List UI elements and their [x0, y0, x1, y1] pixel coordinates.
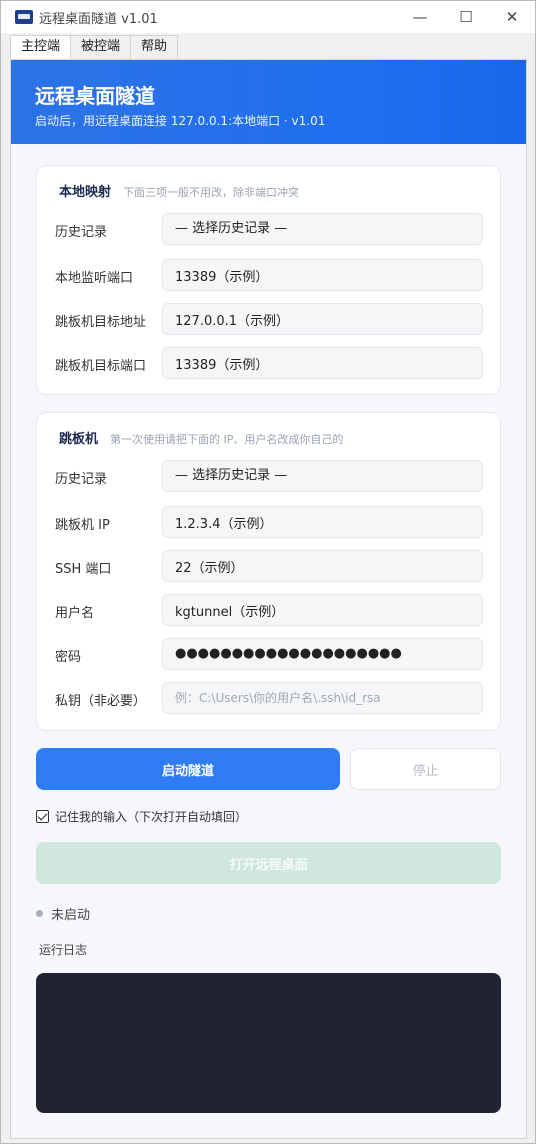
private-key-label: 私钥（非必要）	[55, 694, 147, 709]
app-window: 远程桌面隧道 v1.01 — ☐ ✕ 主控端 被控端 帮助 远程桌面隧道 启动后…	[0, 0, 536, 1144]
target-port-input[interactable]	[162, 347, 483, 379]
tab-help[interactable]: 帮助	[130, 35, 179, 59]
jump-card-title: 跳板机 第一次使用请把下面的 IP、用户名改成你自己的	[59, 428, 343, 447]
remember-label: 记住我的输入（下次打开自动填回）	[55, 810, 248, 824]
local-hint: 下面三项一般不用改，除非端口冲突	[123, 186, 300, 199]
local-title: 本地映射	[59, 185, 112, 200]
start-tunnel-button[interactable]: 启动隧道	[36, 748, 340, 790]
jump-history-row: 历史记录 — 选择历史记录 —	[55, 460, 485, 494]
password-input[interactable]: ●●●●●●●●●●●●●●●●●●●●	[162, 638, 483, 670]
title-bar[interactable]: 远程桌面隧道 v1.01 — ☐ ✕	[1, 1, 535, 33]
tab-content: 远程桌面隧道 启动后，用远程桌面连接 127.0.0.1:本地端口 · v1.0…	[10, 59, 527, 1139]
window-controls: — ☐ ✕	[397, 1, 535, 33]
local-card-title: 本地映射 下面三项一般不用改，除非端口冲突	[59, 181, 299, 200]
jump-host-card: 跳板机 第一次使用请把下面的 IP、用户名改成你自己的 历史记录 — 选择历史记…	[36, 412, 501, 731]
maximize-icon[interactable]: ☐	[443, 1, 489, 33]
tab-controlled[interactable]: 被控端	[70, 35, 132, 59]
local-port-label: 本地监听端口	[55, 271, 134, 286]
status-indicator: 未启动	[36, 904, 90, 923]
remember-checkbox[interactable]	[36, 810, 49, 823]
jump-ip-label: 跳板机 IP	[55, 518, 110, 533]
minimize-icon[interactable]: —	[397, 1, 443, 33]
app-icon	[15, 10, 33, 24]
jump-ip-row: 跳板机 IP	[55, 506, 485, 540]
local-port-input[interactable]	[162, 259, 483, 291]
jump-history-label: 历史记录	[55, 472, 108, 487]
password-row: 密码 ●●●●●●●●●●●●●●●●●●●●	[55, 638, 485, 672]
ssh-port-label: SSH 端口	[55, 562, 112, 577]
local-mapping-card: 本地映射 下面三项一般不用改，除非端口冲突 历史记录 — 选择历史记录 — 本地…	[36, 165, 501, 395]
private-key-row: 私钥（非必要）	[55, 682, 485, 716]
local-history-label: 历史记录	[55, 225, 108, 240]
close-icon[interactable]: ✕	[489, 1, 535, 33]
jump-title: 跳板机	[59, 432, 99, 447]
local-history-row: 历史记录 — 选择历史记录 —	[55, 213, 485, 247]
target-port-row: 跳板机目标端口	[55, 347, 485, 381]
ssh-port-row: SSH 端口	[55, 550, 485, 584]
username-row: 用户名	[55, 594, 485, 628]
ssh-port-input[interactable]	[162, 550, 483, 582]
page-subtitle: 启动后，用远程桌面连接 127.0.0.1:本地端口 · v1.01	[35, 114, 326, 128]
target-port-label: 跳板机目标端口	[55, 359, 147, 374]
log-label: 运行日志	[39, 943, 88, 957]
tab-bar: 主控端 被控端 帮助	[10, 35, 179, 60]
password-label: 密码	[55, 650, 82, 665]
window-title: 远程桌面隧道 v1.01	[39, 11, 158, 27]
username-input[interactable]	[162, 594, 483, 626]
status-text: 未启动	[51, 908, 91, 923]
target-host-input[interactable]	[162, 303, 483, 335]
page-title: 远程桌面隧道	[35, 84, 155, 108]
status-dot-icon	[36, 910, 43, 917]
jump-hint: 第一次使用请把下面的 IP、用户名改成你自己的	[110, 433, 344, 446]
local-port-row: 本地监听端口	[55, 259, 485, 293]
target-host-row: 跳板机目标地址	[55, 303, 485, 337]
jump-ip-input[interactable]	[162, 506, 483, 538]
jump-history-select[interactable]: — 选择历史记录 —	[162, 460, 483, 492]
tab-master[interactable]: 主控端	[10, 35, 72, 60]
username-label: 用户名	[55, 606, 95, 621]
stop-button[interactable]: 停止	[350, 748, 501, 790]
target-host-label: 跳板机目标地址	[55, 315, 147, 330]
open-remote-desktop-button[interactable]: 打开远程桌面	[36, 842, 501, 884]
local-history-select[interactable]: — 选择历史记录 —	[162, 213, 483, 245]
remember-input-toggle[interactable]: 记住我的输入（下次打开自动填回）	[36, 808, 247, 825]
private-key-input[interactable]	[162, 682, 483, 714]
log-output[interactable]	[36, 973, 501, 1113]
header-banner: 远程桌面隧道 启动后，用远程桌面连接 127.0.0.1:本地端口 · v1.0…	[11, 60, 526, 144]
